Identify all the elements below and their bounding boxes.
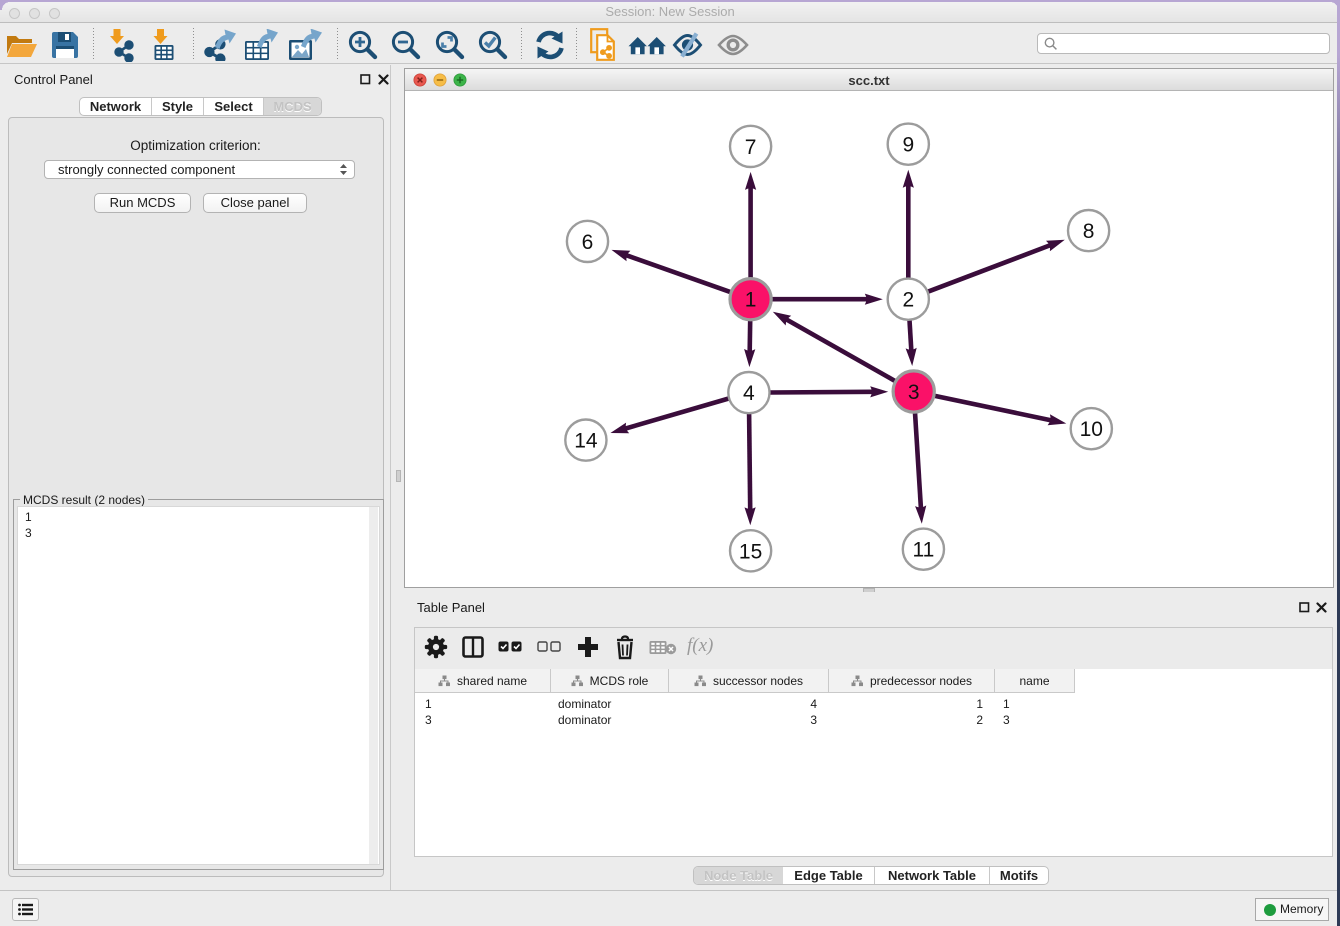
svg-text:9: 9: [902, 134, 914, 157]
svg-text:6: 6: [582, 231, 594, 254]
svg-text:1: 1: [745, 289, 757, 312]
svg-text:11: 11: [912, 539, 934, 562]
svg-text:3: 3: [908, 381, 920, 404]
svg-text:14: 14: [574, 430, 598, 453]
svg-text:7: 7: [745, 136, 757, 159]
svg-text:8: 8: [1083, 220, 1095, 243]
svg-text:4: 4: [743, 382, 755, 405]
svg-text:15: 15: [739, 540, 762, 563]
svg-text:2: 2: [902, 289, 914, 312]
svg-text:10: 10: [1080, 418, 1103, 441]
